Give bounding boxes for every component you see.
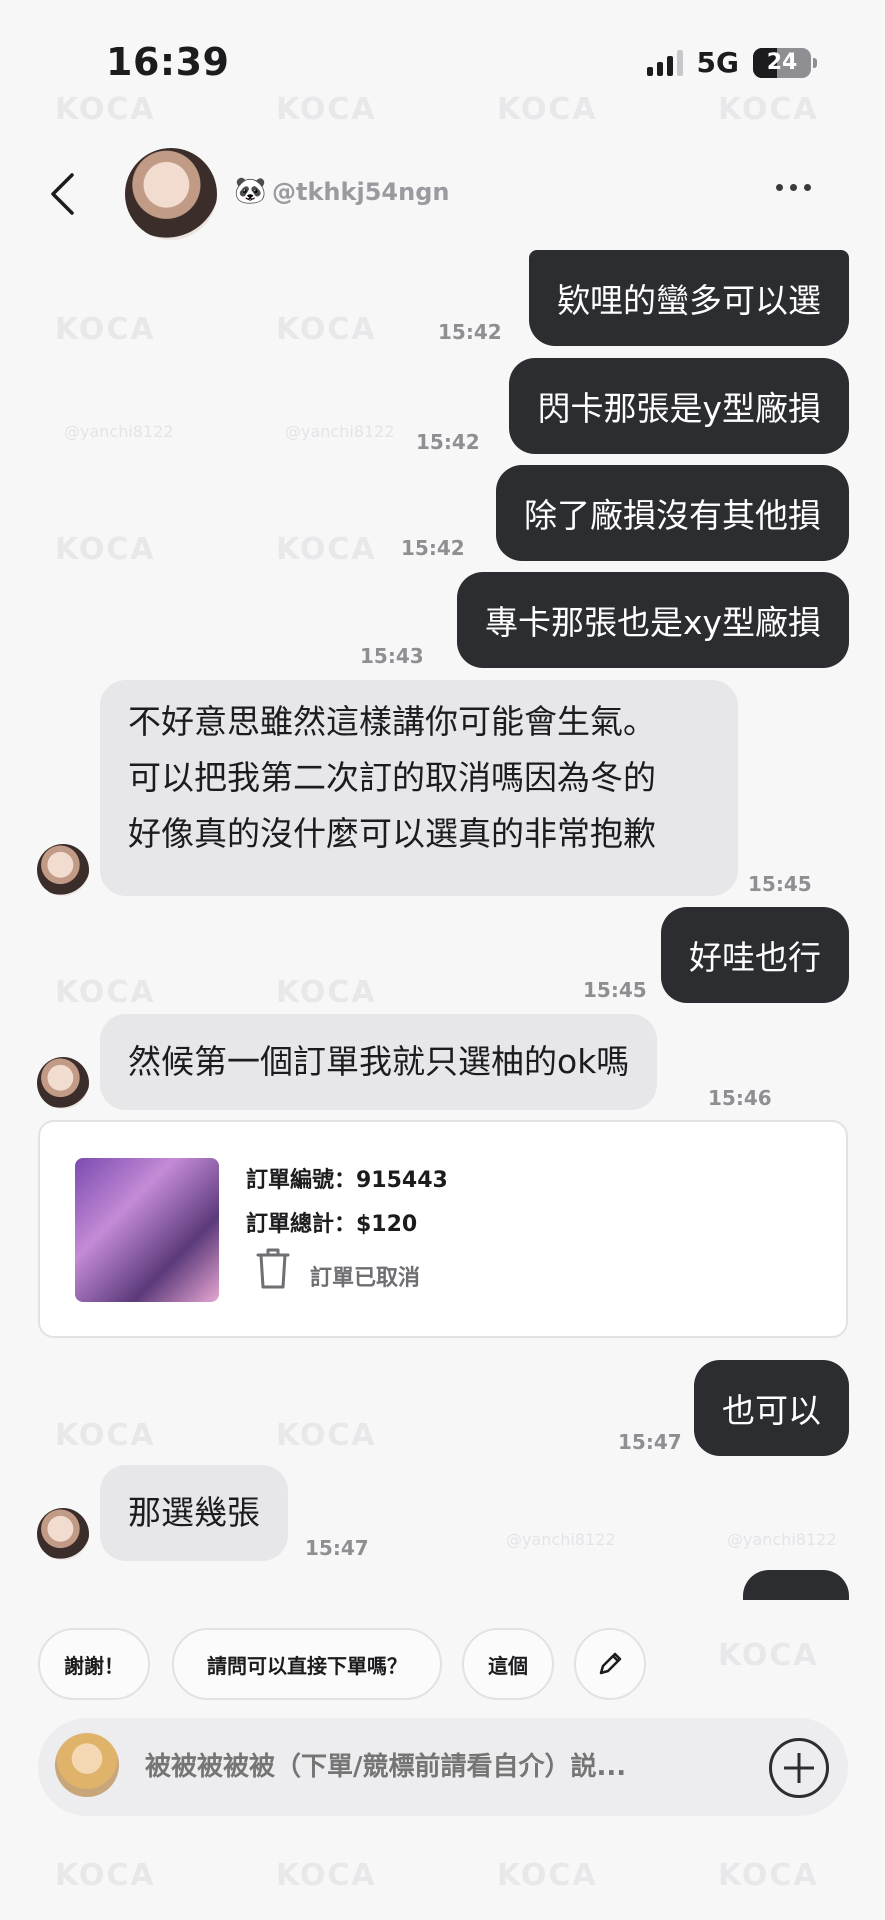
message-text-line: 不好意思雖然這樣講你可能會生氣。 (128, 702, 656, 741)
message-text-line: 好像真的沒什麼可以選真的非常抱歉 (128, 814, 656, 853)
contact-handle[interactable]: @tkhkj54ngn (272, 178, 449, 206)
message-time: 15:45 (748, 872, 812, 896)
message-time: 15:46 (708, 1086, 772, 1110)
message-time: 15:47 (305, 1536, 369, 1560)
watermark-logo: KOCA (55, 975, 156, 1010)
message-time: 15:47 (618, 1430, 682, 1454)
more-horizontal-icon[interactable] (776, 184, 811, 191)
outgoing-message[interactable]: 除了廠損沒有其他損 (496, 465, 849, 561)
quick-reply-label: 謝謝！ (64, 1653, 124, 1678)
status-time: 16:39 (106, 40, 230, 84)
chevron-left-icon[interactable] (48, 172, 76, 216)
watermark-logo: KOCA (55, 312, 156, 347)
watermark-logo: KOCA (55, 532, 156, 567)
message-text: 除了廠損沒有其他損 (524, 496, 821, 535)
watermark-logo: KOCA (276, 975, 377, 1010)
message-input[interactable] (145, 1752, 705, 1782)
watermark-logo: KOCA (276, 92, 377, 127)
trash-icon (254, 1246, 292, 1290)
battery-level: 24 (766, 50, 798, 75)
watermark-logo: KOCA (276, 1418, 377, 1453)
panda-icon: 🐼 (234, 176, 267, 206)
watermark-logo: KOCA (718, 1638, 819, 1673)
outgoing-message-partial[interactable] (743, 1570, 849, 1600)
sender-avatar[interactable] (37, 844, 89, 896)
message-text: 欵哩的蠻多可以選 (557, 281, 821, 320)
watermark-handle: @yanchi8122 (285, 422, 395, 441)
watermark-logo: KOCA (718, 1858, 819, 1893)
outgoing-message[interactable]: 閃卡那張是y型廠損 (509, 358, 849, 454)
watermark-logo: KOCA (55, 1858, 156, 1893)
quick-reply-chip[interactable]: 請問可以直接下單嗎？ (172, 1628, 442, 1700)
watermark-handle: @yanchi8122 (727, 1530, 837, 1549)
message-text: 好哇也行 (689, 938, 821, 977)
my-avatar[interactable] (55, 1733, 119, 1797)
watermark-logo: KOCA (497, 1858, 598, 1893)
sender-avatar[interactable] (37, 1508, 89, 1560)
watermark-handle: @yanchi8122 (506, 1530, 616, 1549)
quick-reply-chip[interactable]: 這個 (462, 1628, 554, 1700)
signal-icon (646, 49, 683, 76)
incoming-message[interactable]: 不好意思雖然這樣講你可能會生氣。 可以把我第二次訂的取消嗎因為冬的 好像真的沒什… (100, 680, 738, 896)
message-time: 15:42 (438, 320, 502, 344)
message-text: 也可以 (722, 1391, 821, 1430)
outgoing-message[interactable]: 也可以 (694, 1360, 849, 1456)
watermark-logo: KOCA (276, 1858, 377, 1893)
watermark-handle: @yanchi8122 (64, 422, 174, 441)
message-text-line: 可以把我第二次訂的取消嗎因為冬的 (128, 758, 656, 797)
quick-reply-label: 請問可以直接下單嗎？ (207, 1653, 407, 1678)
quick-reply-chip[interactable]: 謝謝！ (38, 1628, 150, 1700)
message-text: 閃卡那張是y型廠損 (537, 389, 821, 428)
watermark-logo: KOCA (276, 532, 377, 567)
contact-avatar[interactable] (125, 148, 217, 240)
message-text: 那選幾張 (128, 1493, 260, 1532)
outgoing-message[interactable]: 好哇也行 (661, 907, 849, 1003)
watermark-logo: KOCA (55, 92, 156, 127)
message-text: 然候第一個訂單我就只選柚的ok嗎 (128, 1042, 630, 1081)
watermark-logo: KOCA (718, 92, 819, 127)
outgoing-message[interactable]: 欵哩的蠻多可以選 (529, 250, 849, 346)
order-number: 訂單編號：915443 (246, 1168, 448, 1193)
watermark-logo: KOCA (497, 92, 598, 127)
message-time: 15:45 (583, 978, 647, 1002)
message-time: 15:42 (401, 536, 465, 560)
message-text: 專卡那張也是xy型廠損 (484, 603, 821, 642)
message-time: 15:42 (416, 430, 480, 454)
incoming-message[interactable]: 那選幾張 (100, 1465, 288, 1561)
order-total: 訂單總計：$120 (246, 1212, 418, 1237)
watermark-logo: KOCA (55, 1418, 156, 1453)
message-time: 15:43 (360, 644, 424, 668)
network-type: 5G (696, 46, 739, 79)
battery-icon: 24 (753, 47, 817, 78)
edit-quick-replies-button[interactable] (574, 1628, 646, 1700)
outgoing-message[interactable]: 專卡那張也是xy型廠損 (456, 572, 849, 668)
incoming-message[interactable]: 然候第一個訂單我就只選柚的ok嗎 (100, 1014, 658, 1110)
status-indicators: 5G 24 (646, 46, 817, 79)
order-product-image[interactable] (75, 1158, 219, 1302)
watermark-logo: KOCA (276, 312, 377, 347)
quick-reply-label: 這個 (488, 1653, 528, 1678)
order-status: 訂單已取消 (310, 1266, 421, 1291)
sender-avatar[interactable] (37, 1057, 89, 1109)
plus-icon[interactable] (769, 1738, 829, 1798)
pencil-icon (599, 1652, 622, 1675)
